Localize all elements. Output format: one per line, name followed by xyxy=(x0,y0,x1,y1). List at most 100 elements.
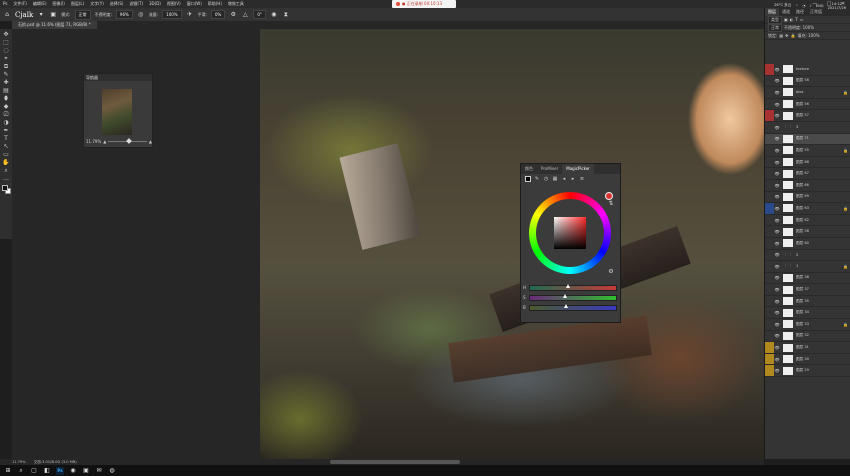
visibility-eye-icon[interactable]: 👁 xyxy=(774,194,780,199)
layer-row[interactable]: 👁 图层 34 xyxy=(765,307,850,320)
visibility-eye-icon[interactable]: 👁 xyxy=(774,206,780,211)
visibility-eye-icon[interactable]: 👁 xyxy=(774,218,780,223)
pressure-opacity-icon[interactable]: ◎ xyxy=(137,11,145,19)
visibility-eye-icon[interactable]: 👁 xyxy=(774,368,780,373)
tool-preset-picker[interactable]: Cjalk xyxy=(15,11,33,19)
layer-name[interactable]: 图层 58 xyxy=(796,78,809,83)
layer-name[interactable]: 图层 38 xyxy=(796,275,809,280)
volume-icon[interactable]: ♪ xyxy=(810,4,812,8)
swap-colors-icon[interactable]: ⇅ xyxy=(607,200,615,208)
filter-pixel-icon[interactable]: ▣ xyxy=(784,17,788,22)
menu-item[interactable]: 图层(L) xyxy=(68,0,87,8)
clock[interactable]: 14:12 2021/7/26 xyxy=(828,2,846,10)
tool-icon[interactable]: ◆ xyxy=(2,103,11,110)
color-slider[interactable] xyxy=(529,304,617,311)
layer-row[interactable]: 👁 图层 68 xyxy=(765,157,850,169)
filter-adjust-icon[interactable]: ◐ xyxy=(790,17,794,22)
layer-name[interactable]: texture xyxy=(796,67,809,71)
layer-name[interactable]: 图层 33 xyxy=(796,322,809,327)
tool-icon[interactable]: ◌ xyxy=(2,47,11,54)
lock-position-icon[interactable]: ✥ xyxy=(785,33,788,38)
layer-name[interactable]: 图层 56 xyxy=(796,102,809,107)
menu-icon[interactable]: ≡ xyxy=(579,176,585,182)
layer-name[interactable]: 图层 32 xyxy=(796,333,809,338)
visibility-eye-icon[interactable]: 👁 xyxy=(774,136,780,141)
navigator-zoom-value[interactable]: 11.79% xyxy=(86,139,101,144)
layer-row[interactable]: 👁 图层 55 🔒 xyxy=(765,145,850,157)
color-harmony-button[interactable] xyxy=(605,192,613,200)
slider-knob[interactable] xyxy=(562,294,567,298)
picker-tab[interactable]: ProMixer xyxy=(537,164,562,174)
history-icon[interactable]: ◷ xyxy=(543,176,549,182)
layer-name[interactable]: 2 xyxy=(796,253,798,257)
tool-icon[interactable]: ✎ xyxy=(2,71,11,78)
pressure-size-icon[interactable]: ◉ xyxy=(270,11,278,19)
visibility-eye-icon[interactable]: 👁 xyxy=(774,90,780,95)
taskbar-app-icon[interactable]: ◍ xyxy=(108,467,116,475)
layer-name[interactable]: 图层 69 xyxy=(796,194,809,199)
color-swatches[interactable] xyxy=(1,185,11,194)
taskbar-app-icon[interactable]: ▣ xyxy=(82,467,90,475)
layer-name[interactable]: 1 xyxy=(796,264,798,268)
menu-item[interactable]: 文字(Y) xyxy=(87,0,107,8)
menu-item[interactable]: 3D(D) xyxy=(146,0,164,8)
next-icon[interactable]: ▸ xyxy=(570,176,576,182)
layer-row[interactable]: 👁 图层 67 xyxy=(765,168,850,180)
layer-row[interactable]: 👁 图层 60 xyxy=(765,238,850,250)
taskbar-app-icon[interactable]: ▢ xyxy=(30,467,38,475)
navigator-zoom-slider[interactable] xyxy=(108,138,147,144)
layer-row[interactable]: 👁 图层 33 🔒 xyxy=(765,319,850,331)
opacity-input[interactable]: 96% xyxy=(115,10,133,19)
tool-icon[interactable]: ▭ xyxy=(2,151,11,158)
taskbar-app-icon[interactable]: ✉ xyxy=(95,467,103,475)
settings-gear-icon[interactable]: ⚙ xyxy=(607,268,615,276)
layer-row[interactable]: 👁 图层 37 xyxy=(765,284,850,296)
layer-kind-select[interactable]: 类型 xyxy=(768,15,782,24)
visibility-eye-icon[interactable]: 👁 xyxy=(774,333,780,338)
layer-name[interactable]: 图层 62 xyxy=(796,218,809,223)
layer-name[interactable]: 图层 66 xyxy=(796,183,809,188)
color-slider[interactable] xyxy=(529,294,617,301)
tool-icon[interactable]: ✋ xyxy=(2,159,11,166)
layer-name[interactable]: 图层 55 xyxy=(796,148,809,153)
layer-row[interactable]: 👁 图层 63 🔒 xyxy=(765,203,850,215)
status-zoom[interactable]: 11.79% xyxy=(12,460,26,464)
smoothing-input[interactable]: 0% xyxy=(210,10,226,19)
filter-shape-icon[interactable]: ▭ xyxy=(800,17,804,22)
layer-row[interactable]: 👁 图层 38 xyxy=(765,273,850,285)
visibility-eye-icon[interactable]: 👁 xyxy=(774,345,780,350)
color-slider[interactable] xyxy=(529,284,617,291)
tool-icon[interactable]: ⧉ xyxy=(2,63,11,70)
tool-icon[interactable]: … xyxy=(2,175,11,182)
layer-row[interactable]: 👁 texture xyxy=(765,64,850,76)
layer-row[interactable]: 👁 图层 57 xyxy=(765,110,850,122)
picker-tab[interactable]: 颜色 xyxy=(521,164,537,174)
layer-name[interactable]: 图层 71 xyxy=(796,136,809,141)
layer-row[interactable]: 👁 图层 62 xyxy=(765,215,850,227)
status-doc-info[interactable]: 文档:3.0G/8.0G (3.0 MB) xyxy=(34,460,77,465)
layer-name[interactable]: 图层 58 xyxy=(796,229,809,234)
foreground-color-swatch[interactable] xyxy=(1,185,8,191)
layer-row[interactable]: 👁 图层 56 xyxy=(765,99,850,111)
layer-name[interactable]: 图层 63 xyxy=(796,206,809,211)
layer-row[interactable]: 👁 图层 69 xyxy=(765,192,850,204)
layer-name[interactable]: blox xyxy=(796,90,804,94)
visibility-eye-icon[interactable]: 👁 xyxy=(774,299,780,304)
layer-row[interactable]: 👁 图层 31 xyxy=(765,342,850,354)
menu-item[interactable]: 选择(S) xyxy=(107,0,127,8)
brush-settings-icon[interactable]: ▾ xyxy=(37,11,45,19)
taskbar-app-icon[interactable]: ⌕ xyxy=(17,467,25,475)
layer-name[interactable]: 图层 29 xyxy=(796,368,809,373)
menu-item[interactable]: 帮助(H) xyxy=(205,0,225,8)
visibility-eye-icon[interactable]: 👁 xyxy=(774,275,780,280)
visibility-eye-icon[interactable]: 👁 xyxy=(774,125,780,130)
magicpicker-panel[interactable]: 颜色 ProMixer MagicPicker ✎ ◷ ▦ ◂ ▸ ≡ ⇅ ⚙ HS… xyxy=(520,163,621,323)
navigator-panel[interactable]: 导航器 11.79% ▲ ▲ xyxy=(83,73,153,148)
flow-input[interactable]: 100% xyxy=(162,10,182,19)
zoom-slider-knob[interactable] xyxy=(126,138,132,144)
palette-icon[interactable]: ▦ xyxy=(552,176,558,182)
navigator-thumbnail[interactable] xyxy=(102,89,132,135)
visibility-eye-icon[interactable]: 👁 xyxy=(774,113,780,118)
picker-tab[interactable]: MagicPicker xyxy=(562,164,594,174)
taskbar-app-icon[interactable]: ⊞ xyxy=(4,467,12,475)
